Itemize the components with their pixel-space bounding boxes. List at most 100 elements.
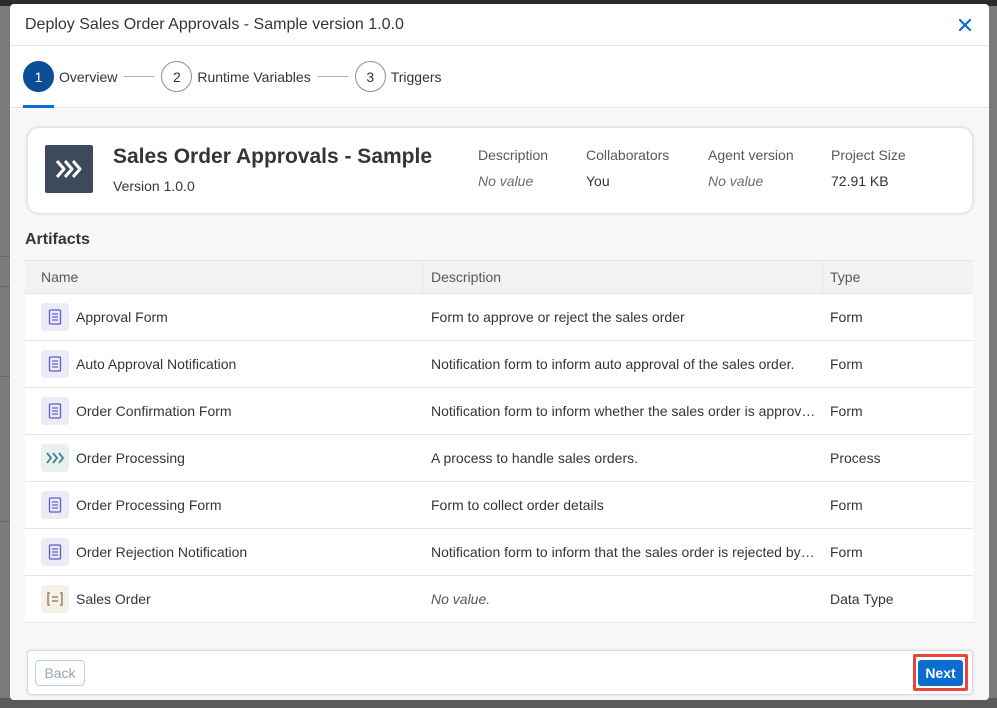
process-chevrons-icon <box>55 160 82 178</box>
artifact-name: Order Processing Form <box>76 497 222 513</box>
wizard-step-runtime-variables[interactable]: 2 Runtime Variables <box>161 61 311 92</box>
cell-type: Form <box>823 309 973 325</box>
cell-description: Notification form to inform auto approva… <box>423 356 823 372</box>
project-summary-card: Sales Order Approvals - Sample Version 1… <box>27 127 973 214</box>
artifact-description: No value. <box>431 591 491 607</box>
artifact-name: Sales Order <box>76 591 151 607</box>
table-row[interactable]: Order Processing Form Form to collect or… <box>25 482 973 529</box>
table-row[interactable]: Order Processing A process to handle sal… <box>25 435 973 482</box>
wizard-step-triggers[interactable]: 3 Triggers <box>354 61 442 92</box>
cell-type: Form <box>823 356 973 372</box>
table-row[interactable]: Approval Form Form to approve or reject … <box>25 294 973 341</box>
artifact-name: Approval Form <box>76 309 168 325</box>
table-row[interactable]: Auto Approval Notification Notification … <box>25 341 973 388</box>
next-button[interactable]: Next <box>918 659 963 686</box>
deploy-dialog: Deploy Sales Order Approvals - Sample ve… <box>10 4 989 700</box>
background-divider <box>0 376 10 377</box>
meta-value: No value <box>478 173 534 189</box>
dialog-content: Sales Order Approvals - Sample Version 1… <box>10 109 989 700</box>
meta-description: Description No value <box>478 147 548 189</box>
cell-description: Form to collect order details <box>423 497 823 513</box>
cell-description: No value. <box>423 591 823 607</box>
step-label: Runtime Variables <box>197 68 311 85</box>
form-icon <box>41 303 69 331</box>
meta-value: 72.91 KB <box>831 173 889 189</box>
table-row[interactable]: Sales Order No value. Data Type <box>25 576 973 623</box>
meta-value: You <box>586 173 610 189</box>
background-divider <box>0 286 10 287</box>
cell-name: Auto Approval Notification <box>25 350 423 378</box>
step-separator <box>124 76 155 77</box>
back-button[interactable]: Back <box>35 660 85 686</box>
cell-type: Form <box>823 403 973 419</box>
wizard-step-overview[interactable]: 1 Overview <box>23 61 117 92</box>
artifact-description: Notification form to inform auto approva… <box>431 356 795 372</box>
cell-description: Form to approve or reject the sales orde… <box>423 309 823 325</box>
form-icon <box>41 538 69 566</box>
artifacts-heading: Artifacts <box>25 231 90 248</box>
artifact-name: Order Processing <box>76 450 185 466</box>
cell-type: Data Type <box>823 591 973 607</box>
data-type-icon <box>41 585 69 613</box>
artifact-description: Form to approve or reject the sales orde… <box>431 309 685 325</box>
artifact-description: Notification form to inform that the sal… <box>431 544 815 560</box>
meta-label: Collaborators <box>586 147 670 163</box>
form-icon <box>41 397 69 425</box>
table-row[interactable]: Order Rejection Notification Notificatio… <box>25 529 973 576</box>
artifact-description: Form to collect order details <box>431 497 604 513</box>
dialog-title: Deploy Sales Order Approvals - Sample ve… <box>25 15 404 33</box>
form-icon <box>41 491 69 519</box>
cell-name: Order Processing <box>25 444 423 472</box>
meta-collaborators: Collaborators You <box>586 147 669 189</box>
column-header-name[interactable]: Name <box>25 261 423 293</box>
project-version: Version 1.0.0 <box>113 178 195 194</box>
wizard-progress: 1 Overview 2 Runtime Variables 3 Trigger… <box>10 46 989 108</box>
step-number: 3 <box>354 61 386 92</box>
active-step-indicator <box>23 105 54 108</box>
background-divider <box>0 256 10 257</box>
process-icon <box>41 444 69 472</box>
artifact-type: Data Type <box>830 591 894 607</box>
artifact-description: A process to handle sales orders. <box>431 450 639 466</box>
meta-project-size: Project Size 72.91 KB <box>831 147 906 189</box>
cell-type: Form <box>823 497 973 513</box>
cell-description: Notification form to inform that the sal… <box>423 544 823 560</box>
cell-description: Notification form to inform whether the … <box>423 403 823 419</box>
close-button[interactable] <box>955 15 975 35</box>
step-label: Overview <box>59 68 118 85</box>
cell-name: Order Processing Form <box>25 491 423 519</box>
artifact-type: Process <box>830 450 881 466</box>
next-button-highlight: Next <box>913 654 968 691</box>
column-header-type[interactable]: Type <box>823 261 973 293</box>
meta-value: No value <box>708 173 764 189</box>
artifact-description: Notification form to inform whether the … <box>431 403 816 419</box>
meta-label: Agent version <box>708 147 794 163</box>
meta-label: Project Size <box>831 147 906 163</box>
step-number: 1 <box>23 61 54 92</box>
step-separator <box>317 76 348 77</box>
project-name: Sales Order Approvals - Sample <box>113 145 433 168</box>
artifact-type: Form <box>830 356 863 372</box>
meta-label: Description <box>478 147 549 163</box>
cell-name: Order Rejection Notification <box>25 538 423 566</box>
step-label: Triggers <box>390 68 442 85</box>
cell-name: Approval Form <box>25 303 423 331</box>
cell-name: Sales Order <box>25 585 423 613</box>
cell-name: Order Confirmation Form <box>25 397 423 425</box>
artifact-name: Auto Approval Notification <box>76 356 237 372</box>
cell-type: Form <box>823 544 973 560</box>
background-divider <box>0 521 10 522</box>
cell-type: Process <box>823 450 973 466</box>
project-icon <box>45 145 93 193</box>
artifacts-table: Name Description Type Approval Form Form… <box>25 260 973 623</box>
table-row[interactable]: Order Confirmation Form Notification for… <box>25 388 973 435</box>
artifact-type: Form <box>830 309 863 325</box>
artifact-type: Form <box>830 497 863 513</box>
artifact-type: Form <box>830 403 863 419</box>
step-number: 2 <box>161 61 193 92</box>
close-icon <box>958 18 972 31</box>
meta-agent-version: Agent version No value <box>708 147 794 189</box>
dialog-footer: Back Next <box>27 650 973 695</box>
table-header: Name Description Type <box>25 260 973 294</box>
column-header-description[interactable]: Description <box>423 261 823 293</box>
